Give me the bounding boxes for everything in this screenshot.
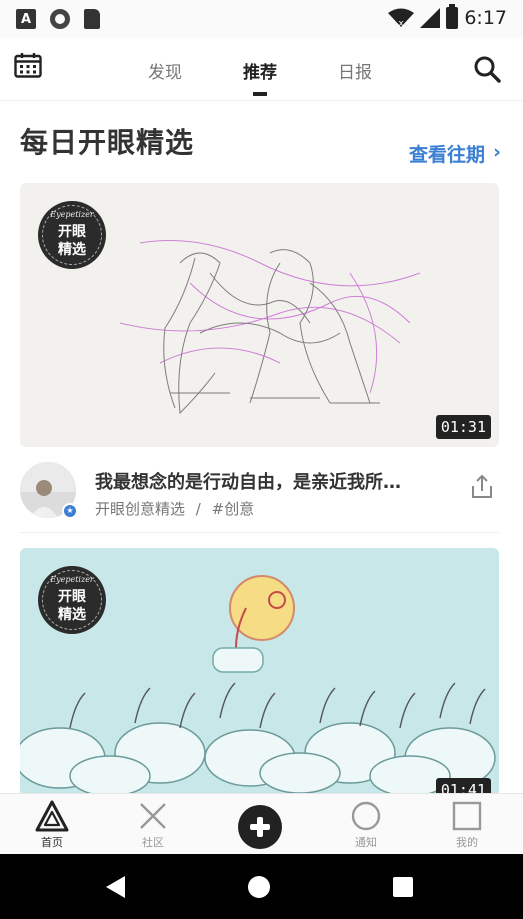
system-nav-bar <box>0 854 523 919</box>
author-name[interactable]: 开眼创意精选 <box>95 500 185 518</box>
share-icon[interactable] <box>469 474 495 500</box>
status-bar: A x 6:17 <box>0 0 523 38</box>
tab-label: 通知 <box>355 836 377 849</box>
status-notifications: A <box>16 9 100 29</box>
tab-label: 首页 <box>41 836 63 849</box>
video-title[interactable]: 我最想念的是行动自由，是亲近我所… <box>95 468 440 494</box>
home-icon[interactable] <box>248 876 270 898</box>
section-title: 每日开眼精选 <box>20 126 195 159</box>
badge-line2: 精选 <box>58 607 86 623</box>
category-tag[interactable]: #创意 <box>212 500 255 518</box>
divider <box>20 532 499 533</box>
badge-line2: 精选 <box>58 242 86 258</box>
triangle-icon <box>12 794 92 834</box>
tab-profile[interactable]: 我的 <box>427 794 507 850</box>
battery-icon <box>446 4 459 29</box>
x-icon <box>113 794 193 834</box>
verified-star-icon: ★ <box>62 503 78 519</box>
add-icon[interactable] <box>238 805 282 849</box>
tab-discover[interactable]: 发现 <box>125 58 205 83</box>
video-thumbnail[interactable]: Eyepetizer 开眼 精选 01:41 <box>20 548 499 796</box>
tab-label: 社区 <box>142 836 164 849</box>
search-icon[interactable] <box>473 55 501 83</box>
sync-notification-icon <box>50 9 70 29</box>
tab-recommend[interactable]: 推荐 <box>220 58 300 83</box>
meta-separator: / <box>195 500 201 518</box>
back-icon[interactable] <box>106 876 125 898</box>
circle-icon <box>326 794 406 834</box>
video-meta: 开眼创意精选 / #创意 <box>95 498 254 519</box>
square-icon <box>427 794 507 834</box>
status-system: x 6:17 <box>388 4 507 29</box>
eyepetizer-badge: Eyepetizer 开眼 精选 <box>38 201 106 269</box>
tab-daily[interactable]: 日报 <box>315 58 395 83</box>
badge-line1: 开眼 <box>58 589 86 605</box>
badge-brand: Eyepetizer <box>50 210 94 219</box>
badge-brand: Eyepetizer <box>50 575 94 584</box>
eyepetizer-badge: Eyepetizer 开眼 精选 <box>38 566 106 634</box>
recent-apps-icon[interactable] <box>393 877 413 897</box>
view-past-link[interactable]: 查看往期 <box>409 140 485 167</box>
sd-card-icon <box>84 9 100 29</box>
active-tab-indicator <box>253 92 267 96</box>
tab-home[interactable]: 首页 <box>12 794 92 850</box>
bottom-tab-bar: 首页 社区 通知 我的 <box>0 793 523 854</box>
wifi-icon: x <box>388 8 415 28</box>
badge-line1: 开眼 <box>58 224 86 240</box>
tab-label: 我的 <box>456 836 478 849</box>
signal-icon <box>420 8 441 28</box>
top-nav: 发现 推荐 日报 <box>0 38 523 101</box>
calendar-icon[interactable] <box>14 52 42 78</box>
video-duration: 01:31 <box>435 415 491 439</box>
chevron-right-icon[interactable]: › <box>493 141 501 163</box>
clock: 6:17 <box>464 7 507 29</box>
tab-community[interactable]: 社区 <box>113 794 193 850</box>
tab-notifications[interactable]: 通知 <box>326 794 406 850</box>
app-notification-icon: A <box>16 9 36 29</box>
video-thumbnail[interactable]: Eyepetizer 开眼 精选 01:31 <box>20 183 499 447</box>
svg-text:x: x <box>399 19 405 28</box>
